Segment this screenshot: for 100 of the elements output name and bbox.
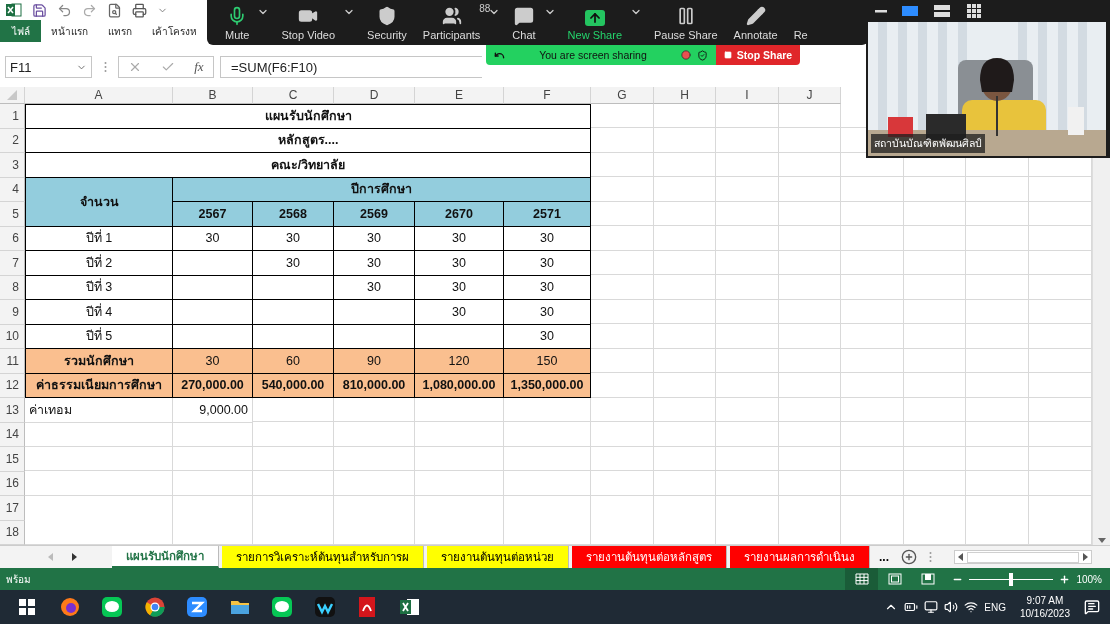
row-header[interactable]: 5 bbox=[0, 202, 25, 227]
row-header[interactable]: 10 bbox=[0, 324, 25, 349]
view-option[interactable] bbox=[933, 4, 951, 18]
row-header[interactable]: 12 bbox=[0, 373, 25, 398]
print-preview-icon[interactable] bbox=[107, 2, 122, 18]
table-cell: 1,350,000.00 bbox=[504, 373, 591, 398]
sheet-tab[interactable]: รายงานผลการดำเนินง bbox=[730, 546, 870, 568]
view-option[interactable] bbox=[875, 9, 887, 13]
meeting-toolbar-button[interactable]: Pause Share bbox=[646, 0, 726, 45]
formula-field[interactable]: =SUM(F6:F10) bbox=[220, 56, 482, 78]
column-header[interactable]: A bbox=[25, 87, 173, 104]
column-header[interactable]: D bbox=[334, 87, 415, 104]
stop-share-button[interactable]: Stop Share bbox=[716, 45, 800, 65]
chat-app-icon bbox=[101, 596, 124, 618]
volume-icon[interactable] bbox=[944, 600, 959, 614]
row-header[interactable]: 18 bbox=[0, 520, 25, 545]
meeting-toolbar-button[interactable]: Security bbox=[359, 0, 415, 45]
table-cell: 30 bbox=[504, 251, 591, 276]
column-header[interactable]: G bbox=[591, 87, 654, 104]
corner-triangle-icon bbox=[7, 90, 17, 100]
name-box[interactable]: F11 bbox=[5, 56, 92, 78]
table-cell: 30 bbox=[334, 251, 415, 276]
row-header[interactable]: 1 bbox=[0, 104, 25, 129]
status-text: พร้อม bbox=[6, 572, 32, 587]
insert-function-button[interactable]: fx bbox=[194, 59, 204, 75]
printer-icon[interactable] bbox=[132, 2, 147, 18]
record-icon bbox=[681, 50, 691, 60]
sheet-tab[interactable]: รายงานต้นทุนต่อหลักสูตร bbox=[572, 546, 727, 568]
meeting-toolbar-button[interactable]: 88 Participants bbox=[414, 0, 489, 45]
column-header[interactable]: I bbox=[716, 87, 779, 104]
meeting-toolbar-button[interactable]: Mute bbox=[217, 0, 258, 45]
row-header[interactable]: 4 bbox=[0, 177, 25, 202]
horizontal-scrollbar[interactable] bbox=[954, 550, 1092, 564]
column-header[interactable]: F bbox=[504, 87, 591, 104]
row-header[interactable]: 11 bbox=[0, 349, 25, 374]
slider-thumb[interactable] bbox=[1009, 572, 1013, 586]
meeting-app-icon bbox=[186, 596, 209, 618]
ribbon-tab[interactable]: แทรก bbox=[98, 20, 142, 42]
row-header[interactable]: 17 bbox=[0, 496, 25, 521]
row-header[interactable]: 9 bbox=[0, 300, 25, 325]
chat-app-icon bbox=[271, 596, 294, 618]
table-cell: 1,080,000.00 bbox=[415, 373, 504, 398]
table-cell: 30 bbox=[334, 275, 415, 300]
language-indicator[interactable]: ENG bbox=[984, 601, 1006, 613]
ribbon-tab[interactable]: หน้าแรก bbox=[41, 20, 98, 42]
meeting-toolbar-button[interactable]: New Share bbox=[559, 0, 630, 45]
row-header[interactable]: 8 bbox=[0, 275, 25, 300]
column-header[interactable]: C bbox=[253, 87, 334, 104]
column-header[interactable]: B bbox=[173, 87, 253, 104]
row-header[interactable]: 6 bbox=[0, 226, 25, 251]
row-header[interactable]: 15 bbox=[0, 447, 25, 472]
wifi-icon[interactable] bbox=[964, 600, 979, 614]
battery-icon[interactable] bbox=[904, 600, 919, 614]
sheet-tab[interactable]: แผนรับนักศึกษา bbox=[112, 546, 219, 568]
sheet-tab[interactable]: รายการวิเคราะห์ต้นทุนสำหรับการผ bbox=[222, 546, 424, 568]
speaker-view-icon bbox=[901, 4, 919, 18]
row-header[interactable]: 14 bbox=[0, 422, 25, 447]
table-cell: 30 bbox=[253, 226, 334, 251]
meeting-toolbar-button[interactable]: Stop Video bbox=[273, 0, 344, 45]
table-cell: 30 bbox=[415, 275, 504, 300]
row-header[interactable]: 3 bbox=[0, 153, 25, 178]
sheet-tab[interactable]: รายงานต้นทุนต่อหน่วย bbox=[427, 546, 569, 568]
meeting-toolbar-button[interactable]: Re bbox=[785, 0, 816, 45]
network-icon[interactable] bbox=[924, 600, 939, 614]
table-cell: รวมนักศึกษา bbox=[25, 349, 173, 374]
row-header[interactable]: 7 bbox=[0, 251, 25, 276]
meeting-toolbar-button[interactable]: Chat bbox=[504, 0, 544, 45]
browser-icon bbox=[143, 596, 166, 618]
notification-icon[interactable] bbox=[1084, 599, 1100, 615]
save-icon[interactable] bbox=[32, 2, 47, 18]
table-cell: ค่าธรรมเนียมการศึกษา bbox=[25, 373, 173, 398]
view-button[interactable] bbox=[845, 568, 878, 590]
table-cell: ปีที่ 4 bbox=[25, 300, 173, 325]
more-sheets-button[interactable]: ... bbox=[873, 546, 895, 568]
table-cell: 60 bbox=[253, 349, 334, 374]
header-cell: จำนวน bbox=[25, 177, 173, 227]
page-break-icon bbox=[920, 573, 935, 585]
sheet-title: คณะ/วิทยาลัย bbox=[25, 153, 591, 178]
file-tab[interactable]: ไฟล์ bbox=[0, 20, 41, 42]
view-option[interactable] bbox=[901, 4, 919, 18]
column-header[interactable]: E bbox=[415, 87, 504, 104]
spreadsheet-icon bbox=[6, 3, 22, 17]
row-header[interactable]: 16 bbox=[0, 471, 25, 496]
table-cell: 540,000.00 bbox=[253, 373, 334, 398]
table-cell: ปีที่ 1 bbox=[25, 226, 173, 251]
ribbon-tab[interactable]: เค้าโครงห bbox=[142, 20, 207, 42]
table-cell: ปีที่ 2 bbox=[25, 251, 173, 276]
column-header[interactable]: H bbox=[654, 87, 716, 104]
undo-icon[interactable] bbox=[57, 2, 72, 18]
zoom-in-icon[interactable] bbox=[1059, 573, 1070, 585]
table-cell: 30 bbox=[415, 300, 504, 325]
view-option[interactable] bbox=[965, 4, 983, 18]
column-header[interactable]: J bbox=[779, 87, 841, 104]
square-icon bbox=[723, 51, 732, 59]
clock[interactable]: 9:07 AM 10/16/2023 bbox=[1019, 593, 1070, 621]
row-header[interactable]: 2 bbox=[0, 128, 25, 153]
header-cell: 2568 bbox=[253, 202, 334, 227]
meeting-toolbar-button[interactable]: Annotate bbox=[725, 0, 786, 45]
row-header[interactable]: 13 bbox=[0, 398, 25, 423]
scroll-left-icon bbox=[958, 553, 963, 561]
